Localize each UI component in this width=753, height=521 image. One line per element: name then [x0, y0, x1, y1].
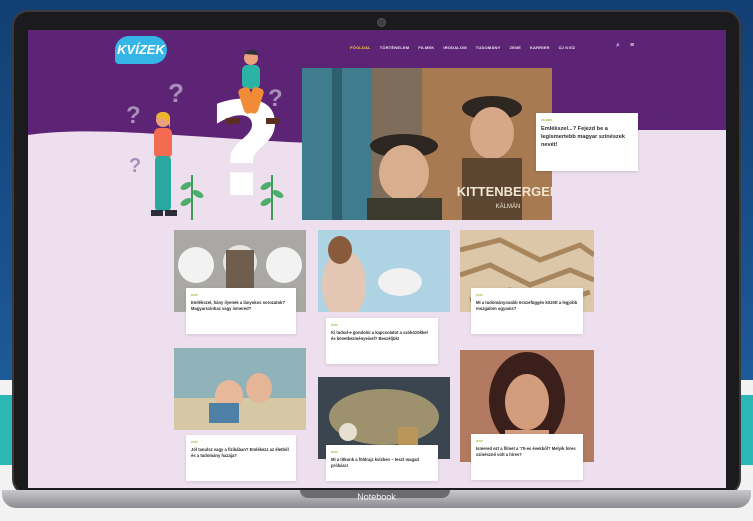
nav-item-6[interactable]: ZENE: [510, 45, 521, 50]
hero-title[interactable]: Emlékszel...? Fejezd be a legismertebb m…: [541, 125, 633, 149]
nav-item-5[interactable]: TUDOMÁNY: [476, 45, 501, 50]
card-title[interactable]: Ki tudod-e gondolni a kapcsolatot a szók…: [331, 330, 433, 342]
poster-title: KITTENBERGER: [457, 184, 552, 199]
card-4-picture: [174, 348, 306, 430]
card-tag: KVÍZ: [476, 293, 483, 297]
card-title[interactable]: Jól tanulsz vagy a fizikában? Emlékezz a…: [191, 447, 291, 459]
leaf-illustration: [260, 175, 284, 220]
camera-icon: [377, 18, 386, 27]
standing-person-illustration: [151, 111, 177, 216]
site-logo[interactable]: KVÍZEK: [115, 36, 167, 64]
card-caption-5[interactable]: KVÍZ Mi a titkunk a földrajz kvízben – t…: [326, 445, 438, 481]
card-caption-4[interactable]: KVÍZ Jól tanulsz vagy a fizikában? Emlék…: [186, 435, 296, 481]
card-title[interactable]: Mi a tudományosabb összefüggés között a …: [476, 300, 578, 312]
question-mark-decoration: ?: [168, 78, 184, 108]
device-label: Notebook: [357, 492, 396, 502]
nav-item-8[interactable]: ÚJ KVÍZ: [559, 45, 576, 50]
card-2-picture: [318, 230, 450, 312]
card-title[interactable]: Emlékszel, hány ilyenek a lányokos soroz…: [191, 300, 291, 312]
card-caption-3[interactable]: KVÍZ Mi a tudományosabb összefüggés közö…: [471, 288, 583, 334]
poster-subtitle: KÁLMÁN: [496, 203, 521, 210]
card-tag: KVÍZ: [191, 440, 198, 444]
card-caption-2[interactable]: KVÍZ Ki tudod-e gondolni a kapcsolatot a…: [326, 318, 438, 364]
card-tag: KVÍZ: [191, 293, 198, 297]
hero-image[interactable]: KITTENBERGER KÁLMÁN: [302, 68, 552, 220]
question-mark-decoration: ?: [129, 155, 142, 177]
nav-item-7[interactable]: KARRIER: [530, 45, 550, 50]
nav-item-1[interactable]: FŐOLDAL: [350, 45, 371, 50]
sitting-person-illustration: [226, 49, 280, 124]
hero-caption-card[interactable]: FILMEK Emlékszel...? Fejezd be a legisme…: [536, 113, 638, 171]
leaf-illustration: [180, 175, 204, 220]
card-tag: KVÍZ: [476, 439, 483, 443]
menu-icon[interactable]: ≡: [628, 42, 636, 50]
card-title[interactable]: Mi a titkunk a földrajz kvízben – teszt …: [331, 457, 433, 469]
card-image-2[interactable]: [318, 230, 450, 312]
card-caption-6[interactable]: KVÍZ Ismered ezt a filmet a '70-es évekb…: [471, 434, 583, 480]
search-icon[interactable]: ⌕: [614, 42, 622, 50]
nav-item-4[interactable]: IRODALOM: [443, 45, 466, 50]
hero-tag: FILMEK: [541, 118, 553, 122]
card-tag: KVÍZ: [331, 323, 338, 327]
nav-item-3[interactable]: FILMEK: [418, 45, 434, 50]
movie-poster-image: KITTENBERGER KÁLMÁN: [302, 68, 552, 220]
main-nav: FŐOLDAL TÖRTÉNELEM FILMEK IRODALOM TUDOMÁNY Z…: [350, 45, 575, 50]
website-screen: KVÍZEK FŐOLDAL TÖRTÉNELEM FILMEK IRODALOM TU…: [28, 30, 726, 488]
nav-item-2[interactable]: TÖRTÉNELEM: [380, 45, 410, 50]
card-caption-1[interactable]: KVÍZ Emlékszel, hány ilyenek a lányokos …: [186, 288, 296, 334]
card-image-4[interactable]: [174, 348, 306, 430]
question-mark-decoration: ?: [126, 102, 141, 129]
card-tag: KVÍZ: [331, 450, 338, 454]
card-title[interactable]: Ismered ezt a filmet a '70-es évekből? M…: [476, 446, 578, 458]
